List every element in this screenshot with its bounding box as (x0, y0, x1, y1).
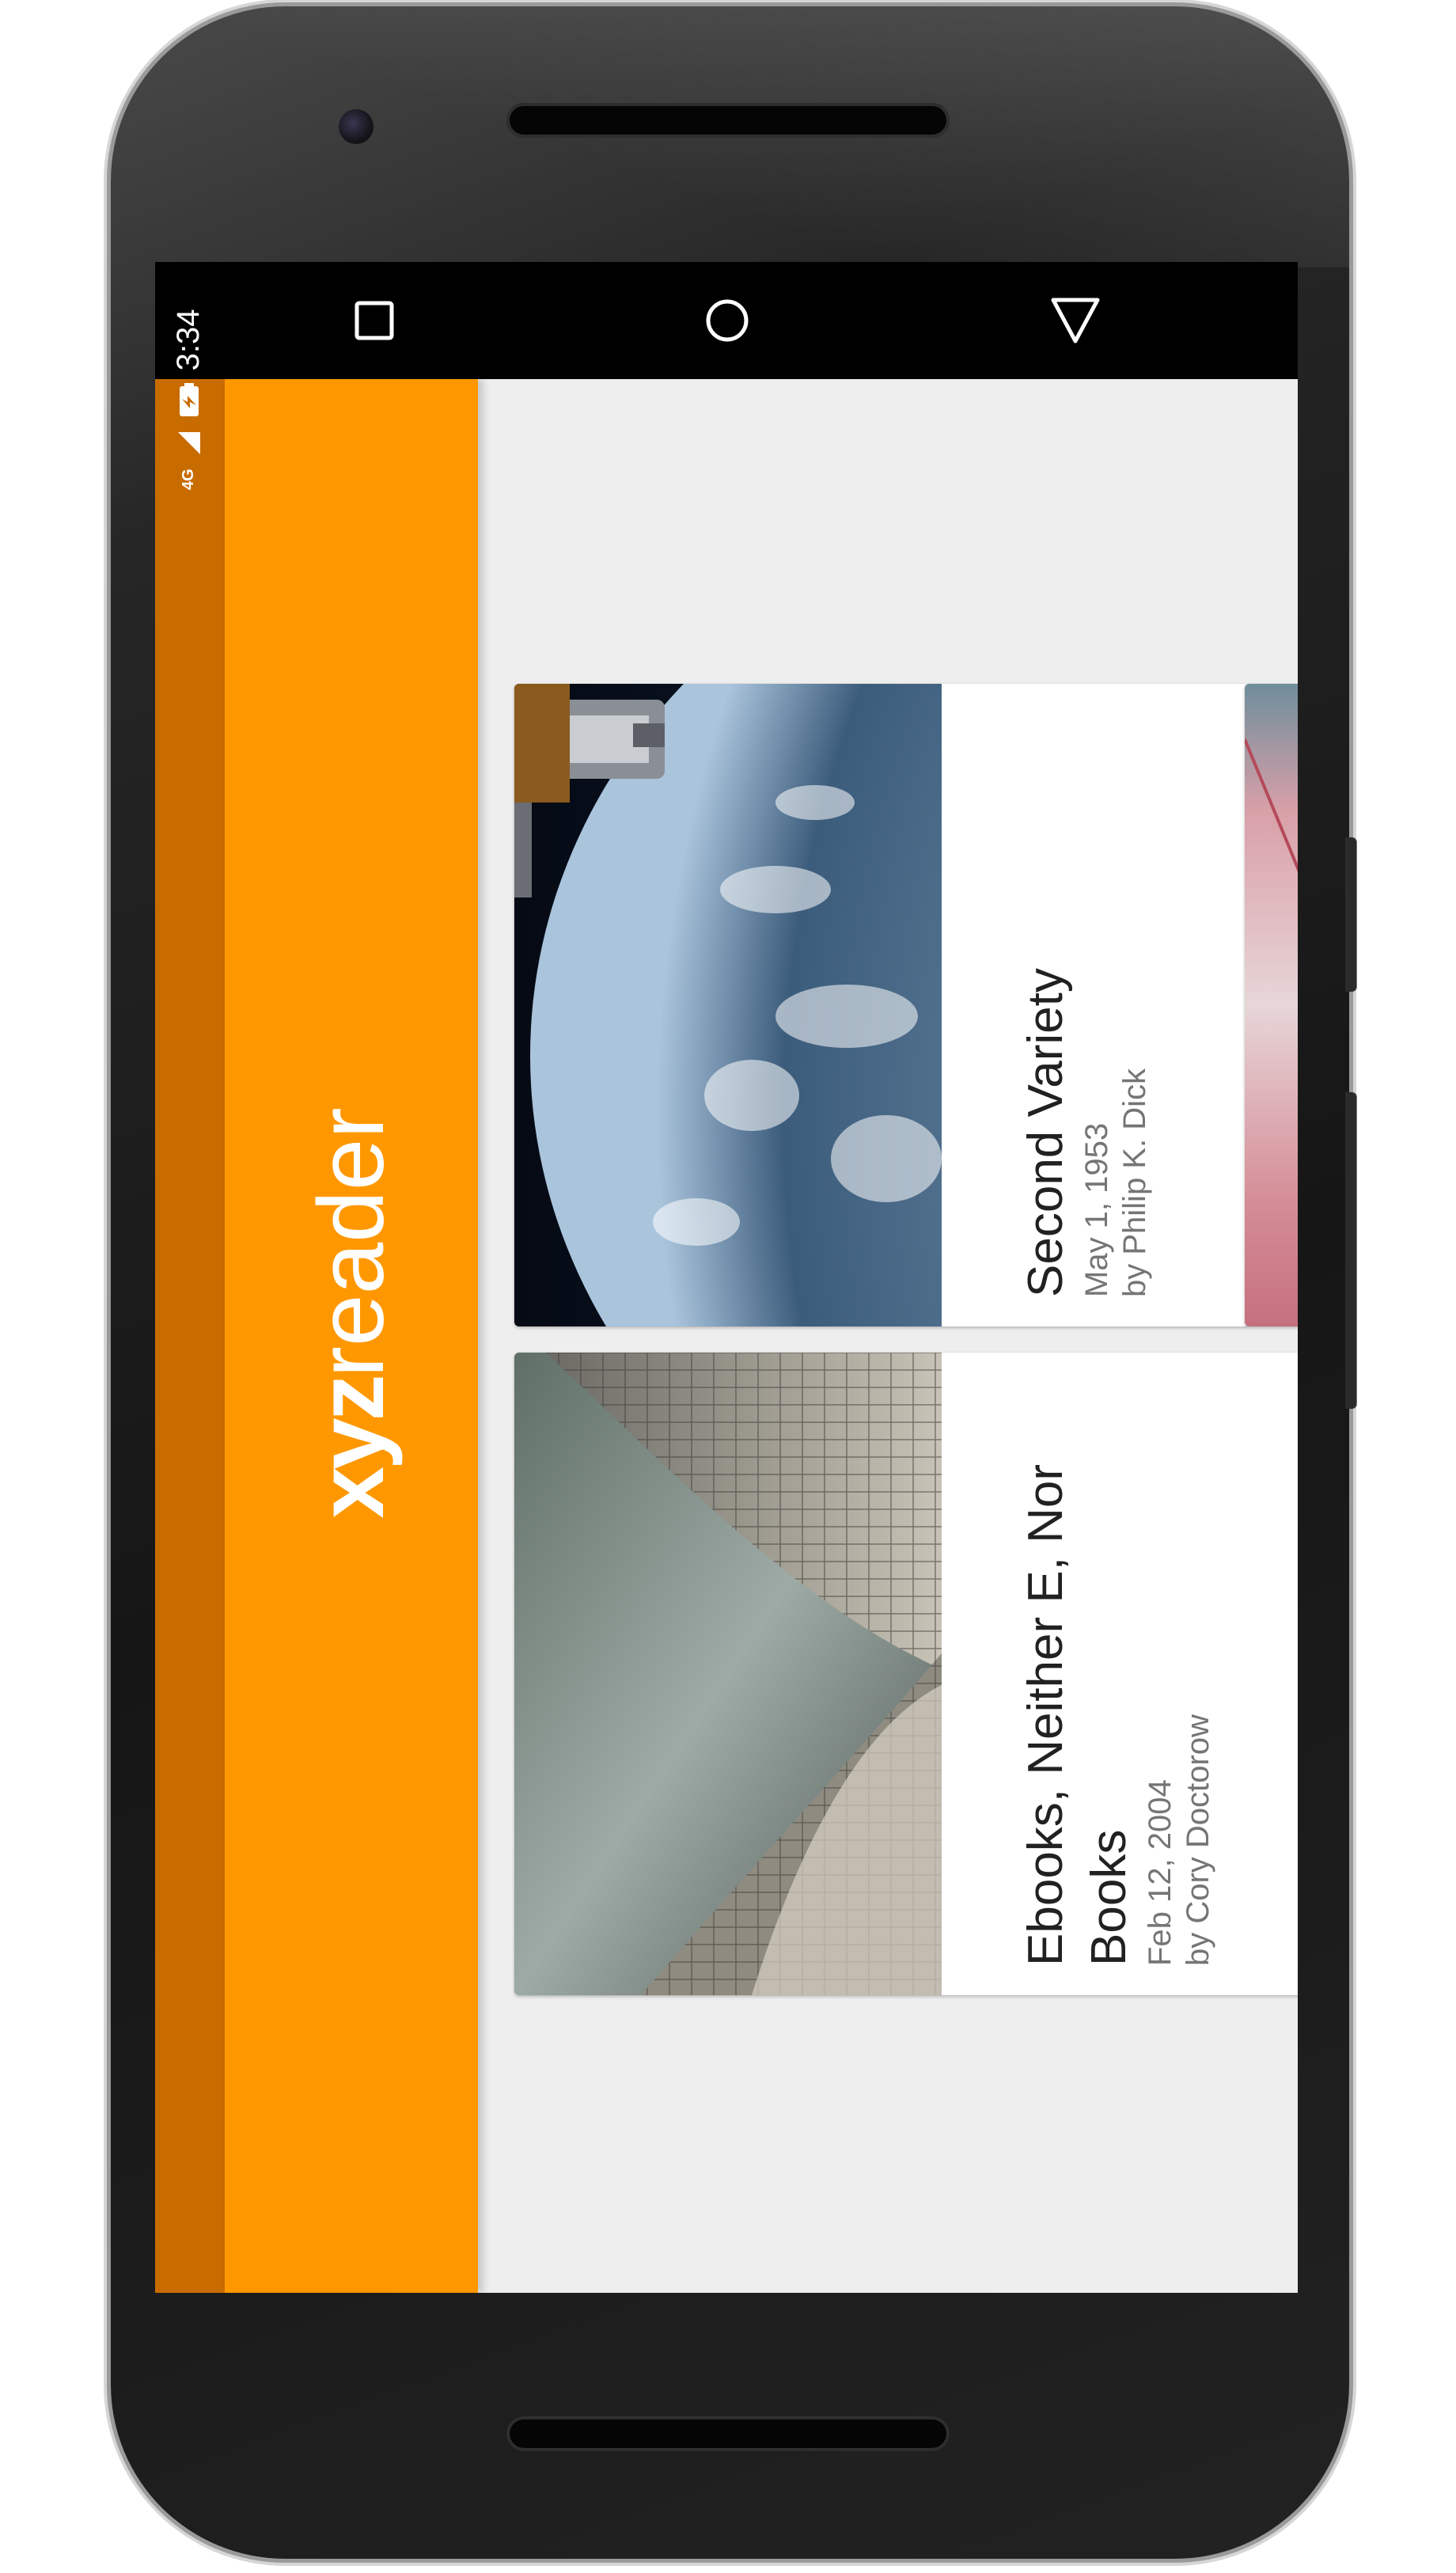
square-icon (355, 301, 394, 340)
article-text-block: Second Variety May 1, 1953 by Philip K. … (1014, 968, 1154, 1297)
triangle-icon (1051, 298, 1100, 343)
earth-from-space-image (514, 684, 942, 1326)
article-card[interactable]: Second Variety May 1, 1953 by Philip K. … (514, 684, 1249, 1326)
app-logo: xyzreader (299, 1107, 404, 1518)
logo-light-text: reader (299, 1107, 404, 1378)
status-content: 4G 3:34 (171, 309, 207, 490)
power-button (1345, 837, 1356, 992)
home-button[interactable] (694, 287, 760, 354)
status-bar: 4G 3:34 (155, 309, 225, 2293)
battery-charging-icon (179, 383, 199, 417)
article-text: Second Variety May 1, 1953 by Philip K. … (942, 684, 1249, 1326)
article-text-block: Ebooks, Neither E, Nor Books Feb 12, 200… (1014, 1464, 1217, 1966)
article-title-line1: Ebooks, Neither E, Nor (1018, 1463, 1073, 1966)
article-author: by Philip K. Dick (1117, 1068, 1152, 1297)
bottom-speaker (506, 2416, 950, 2451)
recent-apps-button[interactable] (341, 287, 408, 354)
article-date: May 1, 1953 (1079, 1122, 1114, 1297)
article-thumbnail-image (1245, 684, 1298, 1326)
volume-rocker (1345, 1092, 1356, 1409)
opera-house-roof-image (514, 1353, 942, 1995)
top-speaker (506, 103, 950, 138)
article-date: Feb 12, 2004 (1143, 1779, 1177, 1966)
article-card[interactable]: Ebooks, Neither E, Nor Books Feb 12, 200… (514, 1353, 1298, 1995)
app-toolbar: xyzreader (225, 379, 478, 2293)
article-text: Ebooks, Neither E, Nor Books Feb 12, 200… (942, 1353, 1298, 1995)
article-title-line2: Books (1082, 1829, 1136, 1966)
navigation-bar (155, 262, 1298, 379)
article-card-partial[interactable] (1245, 684, 1298, 1326)
back-button[interactable] (1042, 287, 1109, 354)
clock: 3:34 (171, 309, 206, 371)
front-camera (339, 109, 373, 144)
signal-icon (177, 432, 200, 455)
screen: 4G 3:34 xyzreader Second Variety May 1, … (155, 262, 1298, 2293)
circle-icon (706, 299, 749, 342)
article-title: Second Variety (1018, 968, 1073, 1297)
article-author: by Cory Doctorow (1181, 1714, 1215, 1966)
logo-bold-text: xyz (299, 1377, 404, 1519)
network-type: 4G (180, 469, 197, 490)
